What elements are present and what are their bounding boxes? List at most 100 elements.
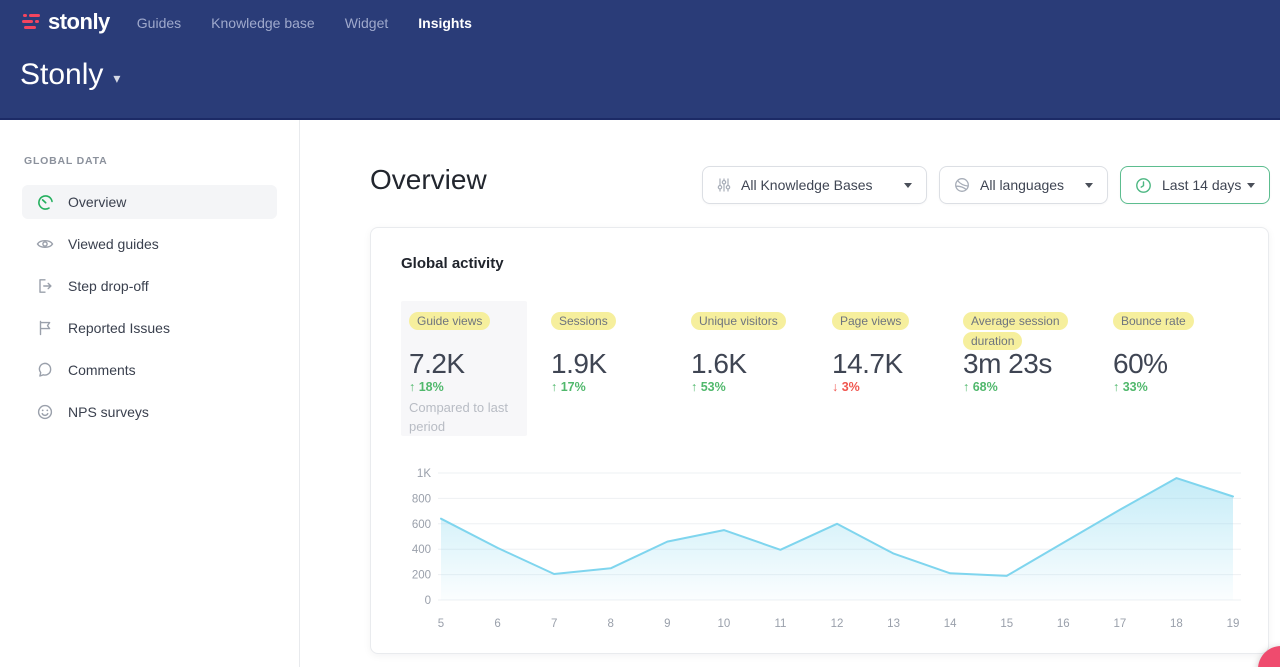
sidebar-item-viewed-guides[interactable]: Viewed guides — [22, 227, 277, 261]
sidebar-item-step-drop-off[interactable]: Step drop-off — [22, 269, 277, 303]
workspace-switcher[interactable]: Stonly ▾ — [20, 58, 120, 92]
sliders-icon — [717, 178, 731, 192]
filter-bar: All Knowledge Bases All languages Last 1… — [702, 166, 1270, 204]
sidebar-item-label: Step drop-off — [68, 278, 149, 294]
stonly-logo-icon — [22, 14, 41, 30]
sidebar-item-reported-issues[interactable]: Reported Issues — [22, 311, 277, 345]
metric-label: Average session duration — [963, 312, 1068, 350]
metric-change: ↑ 68% — [963, 380, 998, 394]
brand-name: stonly — [48, 9, 110, 35]
sidebar-item-nps-surveys[interactable]: NPS surveys — [22, 395, 277, 429]
arrow-up-icon: ↑ — [963, 380, 969, 394]
arrow-up-icon: ↑ — [551, 380, 557, 394]
activity-chart: 0 200 400 600 800 1K 5 6 7 8 9 10 11 12 13 14 15 16 17 18 19 — [401, 466, 1246, 641]
chart-x-label: 15 — [1000, 618, 1013, 630]
filter-label: Last 14 days — [1162, 177, 1241, 193]
chart-x-label: 10 — [717, 618, 730, 630]
chevron-down-icon — [1247, 183, 1255, 188]
chart-y-label: 800 — [412, 493, 431, 505]
chevron-down-icon — [904, 183, 912, 188]
chart-x-label: 11 — [774, 618, 786, 630]
metric-label: Page views — [832, 312, 909, 330]
chart-area — [441, 478, 1233, 600]
sidebar-item-overview[interactable]: Overview — [22, 185, 277, 219]
sidebar-item-label: Reported Issues — [68, 320, 170, 336]
sidebar: GLOBAL DATA Overview Viewed guides Step … — [0, 120, 300, 667]
chart-x-label: 7 — [551, 618, 557, 630]
metric-value: 14.7K — [832, 348, 903, 380]
metric-guide-views[interactable]: Guide views 7.2K ↑ 18% Compared to last … — [409, 308, 543, 433]
metric-change: ↑ 17% — [551, 380, 586, 394]
chart-x-label: 8 — [608, 618, 614, 630]
eye-icon — [36, 235, 54, 253]
metric-note: Compared to last period — [409, 398, 515, 436]
activity-chart-svg: 0 200 400 600 800 1K 5 6 7 8 9 10 11 12 13 14 15 16 17 18 19 — [401, 466, 1246, 641]
metric-label: Guide views — [409, 312, 490, 330]
arrow-up-icon: ↑ — [409, 380, 415, 394]
sidebar-item-label: Overview — [68, 194, 126, 210]
metric-change: ↑ 33% — [1113, 380, 1148, 394]
filter-label: All Knowledge Bases — [741, 177, 873, 193]
metric-value: 7.2K — [409, 348, 465, 380]
nav-guides[interactable]: Guides — [137, 15, 181, 31]
chart-x-label: 9 — [664, 618, 670, 630]
chart-y-label: 1K — [417, 468, 431, 480]
sidebar-section-label: GLOBAL DATA — [24, 155, 299, 167]
metric-change: ↑ 53% — [691, 380, 726, 394]
metric-value: 3m 23s — [963, 348, 1052, 380]
metric-change: ↓ 3% — [832, 380, 860, 394]
chevron-down-icon — [1085, 183, 1093, 188]
top-nav: stonly Guides Knowledge base Widget Insi… — [0, 0, 1280, 34]
step-exit-icon — [36, 277, 54, 295]
clock-icon — [1135, 177, 1152, 194]
sidebar-item-label: NPS surveys — [68, 404, 149, 420]
smiley-icon — [36, 403, 54, 421]
metric-label: Sessions — [551, 312, 616, 330]
date-range-filter[interactable]: Last 14 days — [1120, 166, 1270, 204]
chart-x-label: 17 — [1113, 618, 1126, 630]
app-header: stonly Guides Knowledge base Widget Insi… — [0, 0, 1280, 120]
arrow-up-icon: ↑ — [1113, 380, 1119, 394]
metric-value: 1.6K — [691, 348, 747, 380]
chart-y-label: 400 — [412, 544, 431, 556]
nav-knowledge-base[interactable]: Knowledge base — [211, 15, 315, 31]
chart-y-label: 600 — [412, 519, 431, 531]
chart-x-label: 12 — [831, 618, 844, 630]
stonly-logo[interactable]: stonly — [22, 9, 110, 35]
metric-label: Unique visitors — [691, 312, 786, 330]
chart-y-label: 200 — [412, 570, 431, 582]
arrow-down-icon: ↓ — [832, 380, 838, 394]
comment-icon — [36, 361, 54, 379]
chart-x-label: 13 — [887, 618, 900, 630]
metric-label: Bounce rate — [1113, 312, 1194, 330]
chart-x-label: 18 — [1170, 618, 1183, 630]
sidebar-item-label: Viewed guides — [68, 236, 159, 252]
chart-x-label: 19 — [1227, 618, 1240, 630]
chart-x-label: 5 — [438, 618, 444, 630]
page-title: Overview — [370, 164, 487, 196]
filter-label: All languages — [980, 177, 1064, 193]
workspace-name: Stonly — [20, 58, 103, 92]
language-filter[interactable]: All languages — [939, 166, 1108, 204]
metric-avg-session-duration[interactable]: Average session duration 3m 23s ↑ 68% — [963, 308, 1097, 433]
chart-x-label: 16 — [1057, 618, 1070, 630]
metric-page-views[interactable]: Page views 14.7K ↓ 3% — [832, 308, 966, 433]
sidebar-item-comments[interactable]: Comments — [22, 353, 277, 387]
metric-unique-visitors[interactable]: Unique visitors 1.6K ↑ 53% — [691, 308, 825, 433]
primary-nav: Guides Knowledge base Widget Insights — [137, 15, 472, 31]
chart-x-label: 6 — [494, 618, 500, 630]
knowledge-base-filter[interactable]: All Knowledge Bases — [702, 166, 927, 204]
metric-change: ↑ 18% — [409, 380, 444, 394]
chevron-down-icon: ▾ — [113, 70, 120, 87]
metric-bounce-rate[interactable]: Bounce rate 60% ↑ 33% — [1113, 308, 1247, 433]
flag-icon — [36, 319, 54, 337]
globe-icon — [954, 177, 970, 193]
metric-sessions[interactable]: Sessions 1.9K ↑ 17% — [551, 308, 685, 433]
chart-y-label: 0 — [425, 595, 431, 607]
arrow-up-icon: ↑ — [691, 380, 697, 394]
chart-x-label: 14 — [944, 618, 957, 630]
metric-value: 60% — [1113, 348, 1168, 380]
gauge-icon — [36, 193, 54, 211]
nav-widget[interactable]: Widget — [345, 15, 389, 31]
nav-insights[interactable]: Insights — [418, 15, 472, 31]
